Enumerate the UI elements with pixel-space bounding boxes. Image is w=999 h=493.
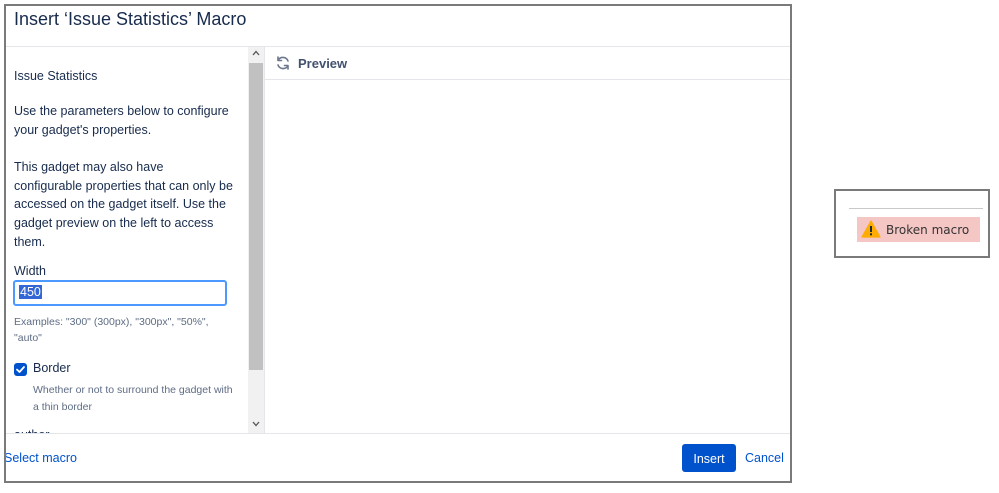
broken-macro-label: Broken macro xyxy=(886,223,970,237)
width-input[interactable]: 450 xyxy=(13,280,227,306)
scroll-up-icon[interactable] xyxy=(252,49,260,57)
preview-header: Preview xyxy=(265,47,790,80)
insert-macro-dialog: Insert ‘Issue Statistics’ Macro Issue St… xyxy=(4,4,792,483)
warning-icon xyxy=(861,220,881,238)
width-input-value: 450 xyxy=(19,285,42,299)
refresh-icon[interactable] xyxy=(275,55,291,71)
insert-button[interactable]: Insert xyxy=(682,444,736,472)
panel-divider xyxy=(264,47,265,433)
border-checkbox[interactable] xyxy=(14,363,27,376)
width-help-text: Examples: "300" (300px), "300px", "50%",… xyxy=(14,316,209,344)
macro-name-heading: Issue Statistics xyxy=(14,69,98,83)
footer-divider xyxy=(6,433,790,434)
border-help-text: Whether or not to surround the gadget wi… xyxy=(33,384,233,413)
border-label: Border xyxy=(33,361,71,375)
width-label: Width xyxy=(14,264,46,278)
select-macro-link[interactable]: Select macro xyxy=(6,451,77,465)
gadget-note-text: This gadget may also have configurable p… xyxy=(14,160,233,249)
broken-macro-placeholder: Broken macro xyxy=(834,189,990,258)
preview-label: Preview xyxy=(298,56,348,71)
placeholder-rule xyxy=(849,208,983,209)
scroll-down-icon[interactable] xyxy=(252,420,260,428)
parameters-panel: Issue Statistics Use the parameters belo… xyxy=(6,47,248,433)
scrollbar-thumb[interactable] xyxy=(249,63,263,370)
checkmark-icon xyxy=(16,366,25,373)
intro-text: Use the parameters below to configure yo… xyxy=(14,104,229,137)
broken-macro-badge[interactable]: Broken macro xyxy=(857,217,980,242)
dialog-title: Insert ‘Issue Statistics’ Macro xyxy=(14,9,247,29)
parameters-scrollbar[interactable] xyxy=(248,47,264,433)
cancel-button[interactable]: Cancel xyxy=(745,451,784,465)
